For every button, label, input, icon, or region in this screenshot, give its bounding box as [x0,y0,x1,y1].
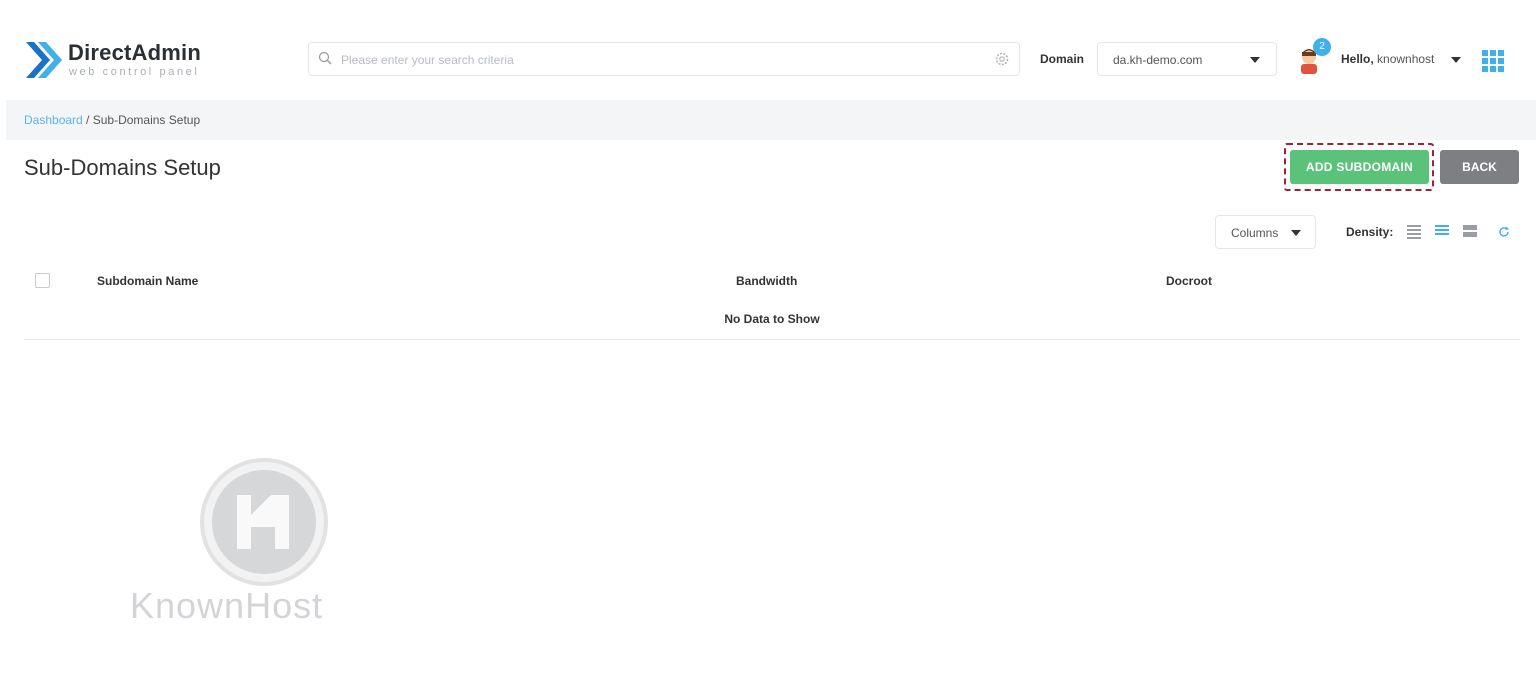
chevron-down-icon [1291,230,1301,236]
breadcrumb-separator: / [82,113,93,127]
table-divider [24,339,1520,340]
columns-dropdown[interactable]: Columns [1215,215,1316,249]
directadmin-logo[interactable]: DirectAdmin web control panel [24,38,224,84]
domain-select[interactable]: da.kh-demo.com [1097,42,1277,76]
username: knownhost [1377,52,1435,66]
density-normal-icon[interactable] [1435,225,1449,239]
knownhost-watermark-text: KnownHost [130,585,324,626]
density-label: Density: [1346,225,1394,239]
refresh-icon[interactable] [1498,226,1510,238]
add-subdomain-button[interactable]: ADD SUBDOMAIN [1290,150,1429,184]
user-greeting[interactable]: Hello, knownhost [1341,52,1434,66]
apps-grid-icon[interactable] [1482,50,1504,72]
greeting-label: Hello, [1341,52,1374,66]
column-header-subdomain-name[interactable]: Subdomain Name [97,274,198,288]
column-header-bandwidth[interactable]: Bandwidth [736,274,797,288]
columns-label: Columns [1231,226,1279,240]
logo-title: DirectAdmin [68,40,201,65]
notification-badge[interactable]: 2 [1313,38,1331,56]
logo-subtitle: web control panel [69,66,200,78]
domain-select-value: da.kh-demo.com [1113,53,1203,67]
column-header-docroot[interactable]: Docroot [1166,274,1212,288]
empty-table-message: No Data to Show [724,312,820,326]
directadmin-logo-icon [26,42,62,78]
domain-label: Domain [1040,52,1085,66]
knownhost-watermark-logo [200,458,328,586]
table-header: Subdomain Name Bandwidth Docroot [24,265,1520,295]
search-input[interactable] [339,49,983,71]
density-compact-icon[interactable] [1407,225,1421,239]
search-box[interactable] [308,42,1020,76]
user-menu-chevron-icon[interactable] [1451,57,1461,63]
breadcrumb-current: Sub-Domains Setup [92,113,201,127]
density-comfortable-icon[interactable] [1463,225,1477,239]
page-title: Sub-Domains Setup [24,155,221,180]
breadcrumb-dashboard-link[interactable]: Dashboard [24,113,83,127]
search-icon [318,51,332,65]
breadcrumb: Dashboard / Sub-Domains Setup [24,113,200,127]
chevron-down-icon [1250,57,1260,63]
gear-icon[interactable] [995,52,1009,66]
back-button[interactable]: BACK [1440,150,1519,184]
select-all-checkbox[interactable] [35,273,50,288]
breadcrumb-bar: Dashboard / Sub-Domains Setup [6,100,1536,140]
top-header: DirectAdmin web control panel Domain da.… [0,0,1536,98]
